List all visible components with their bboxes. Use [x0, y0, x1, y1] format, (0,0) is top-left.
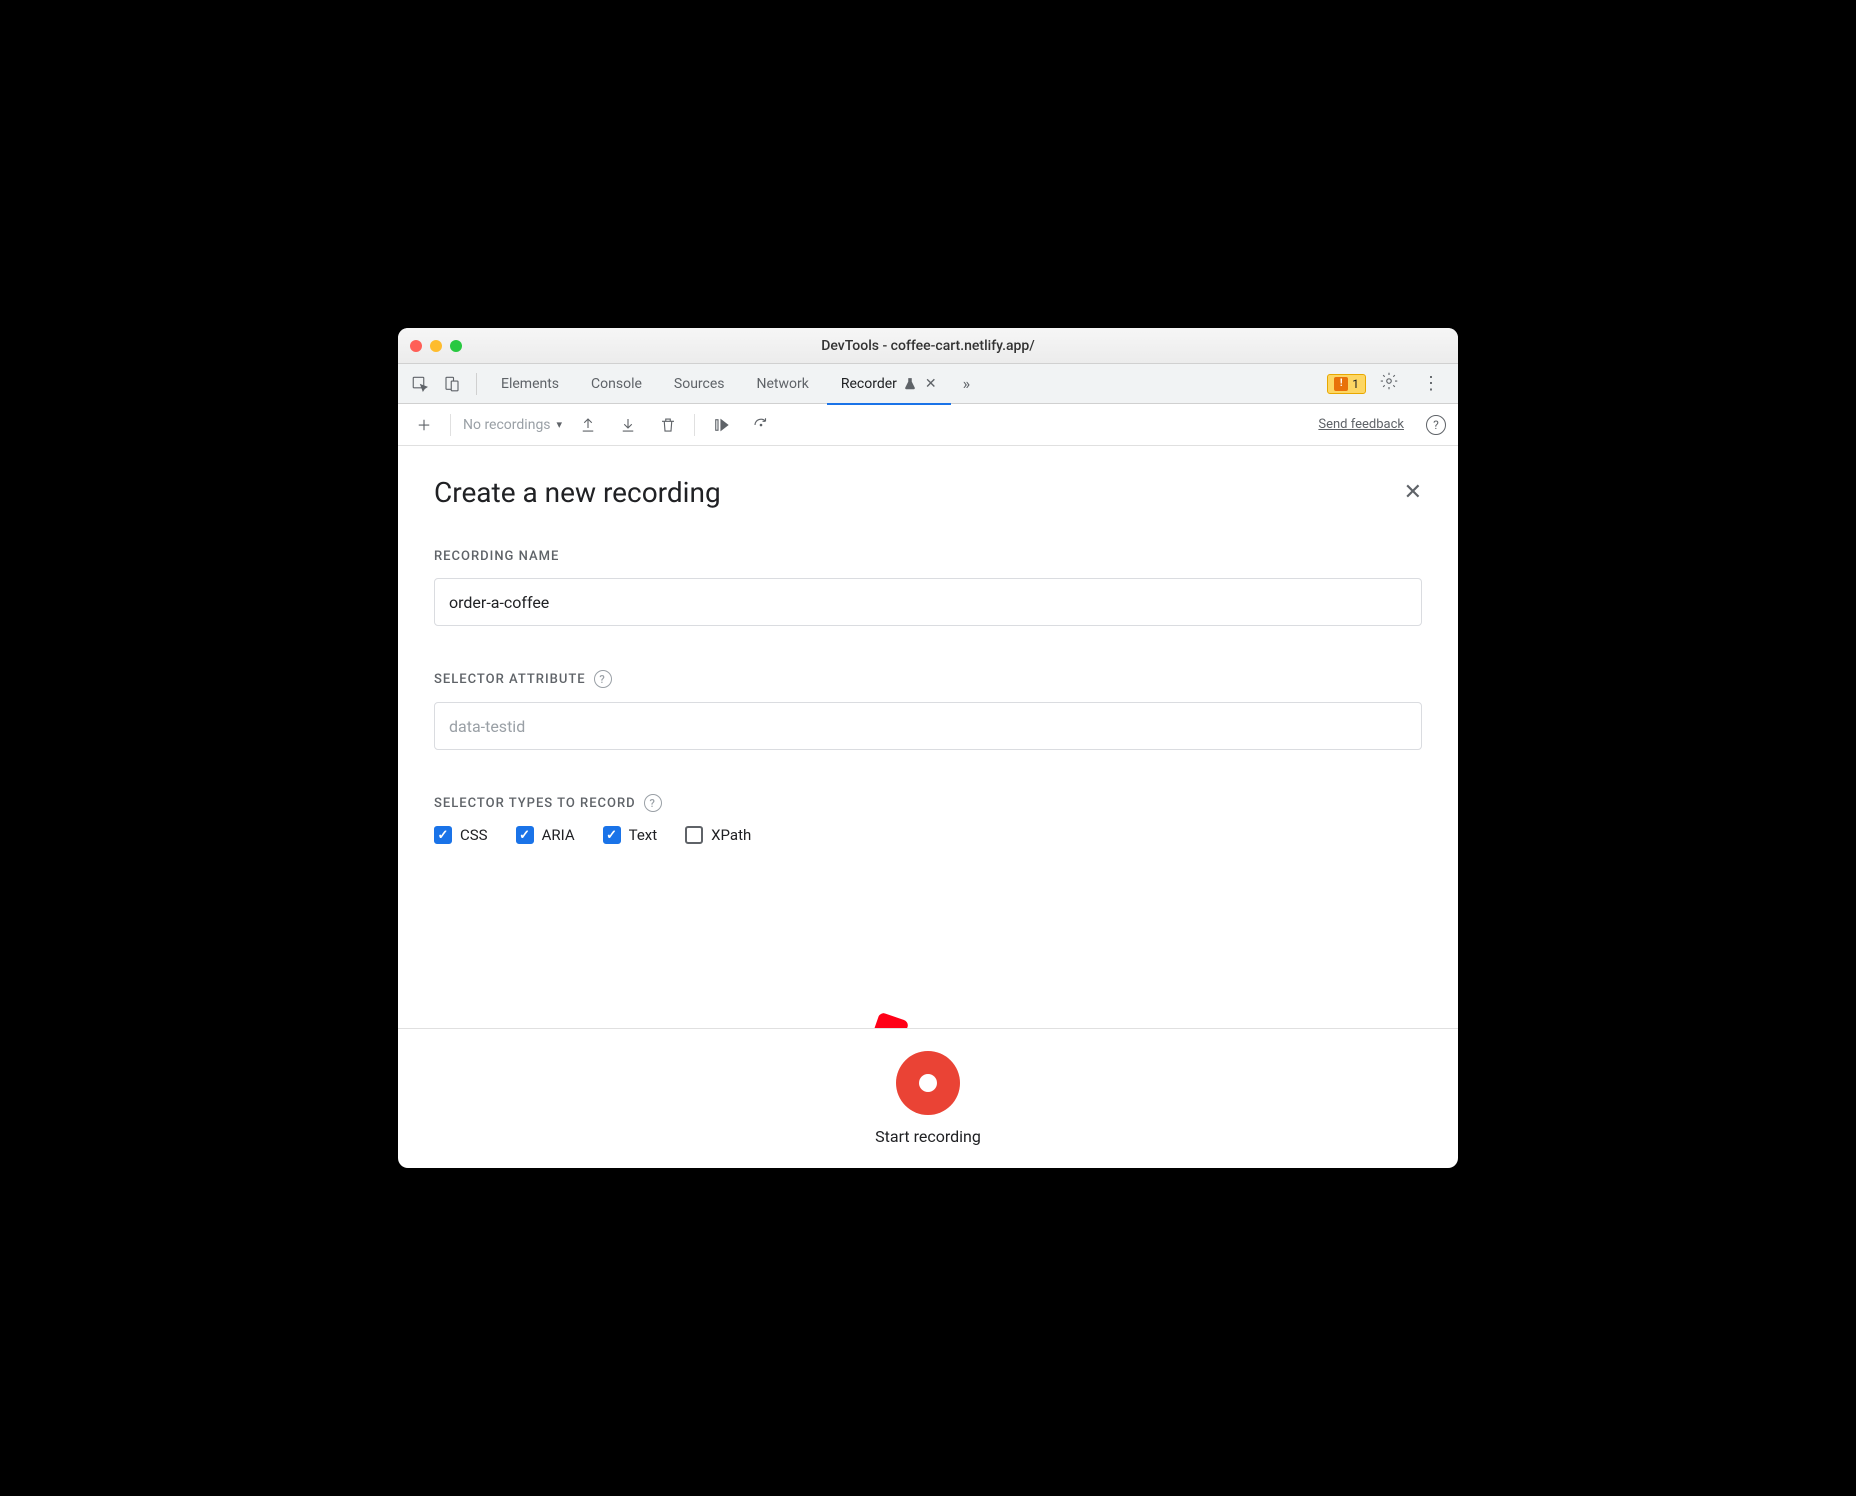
close-tab-icon[interactable]: ✕ — [925, 376, 937, 392]
import-icon[interactable] — [614, 411, 642, 439]
page-title: Create a new recording — [434, 476, 721, 509]
label-text: SELECTOR ATTRIBUTE — [434, 672, 586, 687]
kebab-menu-icon[interactable]: ⋮ — [1412, 373, 1450, 394]
checkbox-label: CSS — [460, 826, 488, 844]
export-icon[interactable] — [574, 411, 602, 439]
flask-icon — [903, 377, 917, 391]
close-panel-icon[interactable]: ✕ — [1404, 480, 1422, 505]
selector-attribute-label: SELECTOR ATTRIBUTE ? — [434, 670, 1422, 688]
titlebar: DevTools - coffee-cart.netlify.app/ — [398, 328, 1458, 364]
tabstrip: Elements Console Sources Network Recorde… — [398, 364, 1458, 404]
checkbox-icon — [516, 826, 534, 844]
issues-badge[interactable]: ! 1 — [1327, 374, 1366, 394]
recorder-toolbar: No recordings ▾ Send feedback ? — [398, 404, 1458, 446]
add-recording-icon[interactable] — [410, 411, 438, 439]
more-tabs-icon[interactable]: » — [955, 374, 979, 393]
tab-sources[interactable]: Sources — [660, 364, 739, 404]
recording-select-label: No recordings — [463, 417, 551, 433]
tab-recorder[interactable]: Recorder ✕ — [827, 364, 951, 404]
settings-icon[interactable] — [1370, 372, 1408, 395]
recording-select[interactable]: No recordings ▾ — [463, 417, 562, 433]
help-icon[interactable]: ? — [1426, 415, 1446, 435]
tab-elements[interactable]: Elements — [487, 364, 573, 404]
recording-name-input[interactable] — [434, 578, 1422, 626]
checkbox-icon — [685, 826, 703, 844]
start-recording-button[interactable] — [896, 1051, 960, 1115]
recording-name-label: RECORDING NAME — [434, 549, 1422, 564]
tab-label: Elements — [501, 376, 559, 392]
selector-attribute-input[interactable] — [434, 702, 1422, 750]
footer: Start recording — [398, 1028, 1458, 1168]
selector-types-label: SELECTOR TYPES TO RECORD ? — [434, 794, 1422, 812]
main-panel: Create a new recording ✕ RECORDING NAME … — [398, 446, 1458, 1028]
tab-console[interactable]: Console — [577, 364, 656, 404]
checkbox-css[interactable]: CSS — [434, 826, 488, 844]
checkbox-aria[interactable]: ARIA — [516, 826, 575, 844]
annotation-arrow-icon — [850, 993, 937, 1028]
delete-icon[interactable] — [654, 411, 682, 439]
checkbox-xpath[interactable]: XPath — [685, 826, 751, 844]
issues-count: 1 — [1352, 377, 1359, 391]
checkbox-label: ARIA — [542, 826, 575, 844]
checkbox-icon — [434, 826, 452, 844]
send-feedback-link[interactable]: Send feedback — [1318, 417, 1404, 432]
tab-label: Network — [757, 376, 809, 392]
checkbox-label: Text — [629, 826, 658, 844]
warning-icon: ! — [1334, 377, 1348, 391]
tab-label: Console — [591, 376, 642, 392]
window-title: DevTools - coffee-cart.netlify.app/ — [398, 338, 1458, 354]
device-toolbar-icon[interactable] — [438, 370, 466, 398]
tab-label: Sources — [674, 376, 725, 392]
step-icon[interactable] — [747, 411, 775, 439]
help-icon[interactable]: ? — [594, 670, 612, 688]
play-icon[interactable] — [707, 411, 735, 439]
tab-label: Recorder — [841, 376, 897, 392]
divider — [450, 414, 451, 436]
label-text: SELECTOR TYPES TO RECORD — [434, 796, 636, 811]
tab-network[interactable]: Network — [743, 364, 823, 404]
divider — [476, 373, 477, 395]
help-icon[interactable]: ? — [644, 794, 662, 812]
checkbox-icon — [603, 826, 621, 844]
checkbox-text[interactable]: Text — [603, 826, 658, 844]
inspect-icon[interactable] — [406, 370, 434, 398]
checkbox-label: XPath — [711, 826, 751, 844]
devtools-window: DevTools - coffee-cart.netlify.app/ Elem… — [398, 328, 1458, 1168]
divider — [694, 414, 695, 436]
chevron-down-icon: ▾ — [557, 418, 563, 431]
start-recording-label: Start recording — [875, 1127, 981, 1146]
